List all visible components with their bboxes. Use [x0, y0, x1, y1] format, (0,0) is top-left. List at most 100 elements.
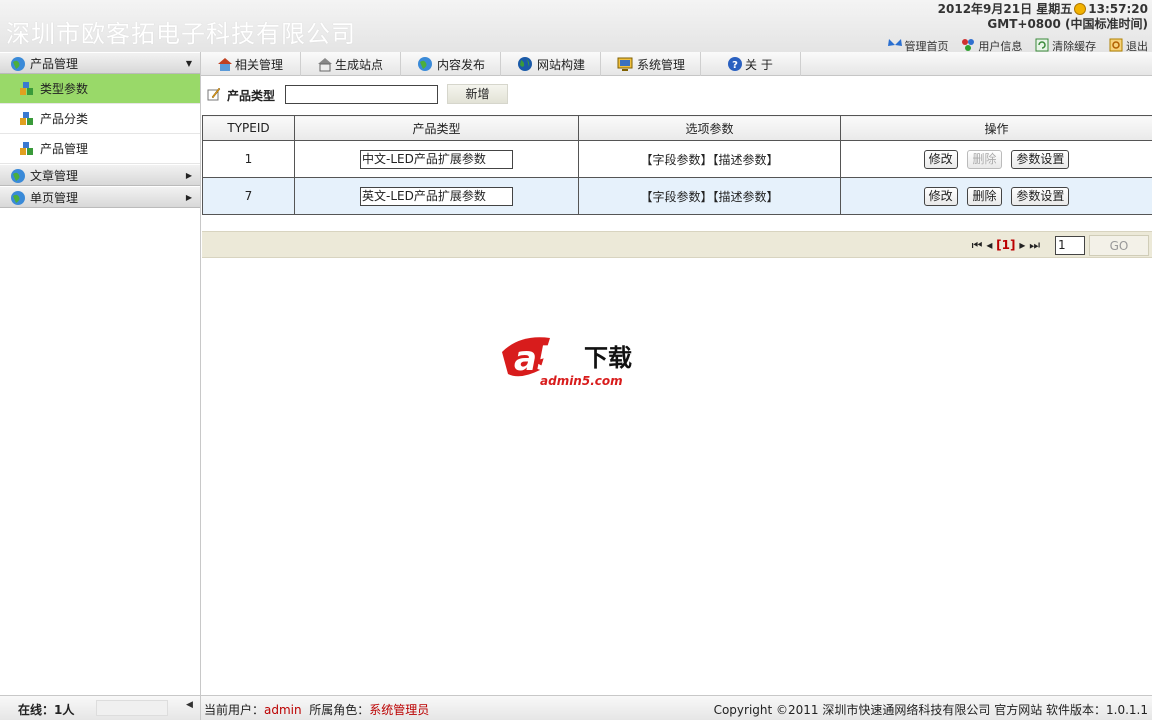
datetime: 2012年9月21日 星期五 13:57:20 GMT+0800 (中国标准时间)	[938, 2, 1148, 32]
go-button[interactable]: GO	[1089, 235, 1149, 256]
home-icon	[318, 58, 332, 72]
sidebar-item-label: 类型参数	[40, 82, 89, 96]
table-header-row: TYPEID 产品类型 选项参数 操作	[202, 115, 1152, 141]
param-settings-button[interactable]: 参数设置	[1011, 149, 1070, 169]
house-icon	[218, 58, 232, 71]
param-settings-button[interactable]: 参数设置	[1011, 186, 1070, 206]
logout-link[interactable]: 退出	[1108, 38, 1148, 52]
sidebar-group-product[interactable]: 产品管理 ▼	[0, 52, 200, 74]
user-info-link[interactable]: 用户信息	[960, 38, 1022, 52]
sidebar-group-label: 单页管理	[30, 191, 79, 205]
edit-button[interactable]: 修改	[923, 149, 958, 169]
current-page: [1]	[996, 238, 1016, 252]
add-button[interactable]: 新增	[447, 84, 508, 104]
chevron-right-icon: ▶	[185, 171, 192, 180]
sidebar-item-type-params[interactable]: 类型参数	[0, 74, 200, 104]
admin-home-link[interactable]: 管理首页	[887, 38, 949, 52]
sidebar-item-product-category[interactable]: 产品分类	[0, 104, 200, 134]
product-type-cell: 英文-LED产品扩展参数	[294, 177, 579, 215]
top-nav: 相关管理 生成站点 内容发布 网站构建 系统管理 ? 关 于	[201, 52, 1152, 76]
globe-icon	[418, 57, 432, 71]
blocks-icon	[20, 82, 33, 95]
online-panel: 在线：1人 ◀	[0, 696, 201, 720]
product-type-field[interactable]: 英文-LED产品扩展参数	[360, 186, 513, 206]
product-type-label: 产品类型	[227, 89, 276, 103]
delete-button[interactable]: 删除	[967, 149, 1002, 169]
logo-site: admin5.com	[540, 374, 623, 388]
logout-icon	[1109, 38, 1123, 52]
options-link[interactable]: 【字段参数】【描述参数】	[578, 140, 841, 178]
sidebar-group-label: 文章管理	[30, 169, 79, 183]
collapse-left-icon[interactable]: ◀	[186, 700, 193, 710]
sidebar-group-single-page[interactable]: 单页管理 ▶	[0, 186, 200, 208]
next-page-icon[interactable]: ▸	[1019, 238, 1025, 252]
copyright: Copyright ©2011 深圳市快速通网络科技有限公司 官方网站 软件版本…	[713, 703, 1148, 717]
sidebar-item-label: 产品管理	[40, 142, 89, 156]
chevron-right-icon: ▶	[185, 193, 192, 202]
footer: 在线：1人 ◀ 当前用户：admin 所属角色：系统管理员 Copyright …	[0, 695, 1152, 720]
globe-icon	[11, 57, 25, 71]
help-icon: ?	[728, 57, 742, 71]
date-text: 2012年9月21日 星期五	[937, 2, 1073, 16]
a5-logo: a5 下载 admin5.com	[502, 337, 632, 388]
logo-brand: a5	[514, 339, 561, 379]
typeid-cell: 1	[202, 140, 295, 178]
last-page-icon[interactable]: ⏭	[1029, 238, 1040, 252]
user-role: 系统管理员	[369, 703, 430, 717]
header: 深圳市欧客拓电子科技有限公司 2012年9月21日 星期五 13:57:20 GM…	[0, 0, 1152, 52]
delete-button[interactable]: 删除	[967, 186, 1002, 206]
tab-site-build[interactable]: 网站构建	[501, 52, 601, 76]
prev-page-icon[interactable]: ◂	[986, 238, 992, 252]
column-header-product-type: 产品类型	[294, 115, 579, 141]
current-user: admin	[264, 703, 302, 717]
status-box	[96, 700, 168, 716]
column-header-actions: 操作	[840, 115, 1152, 141]
tab-generate-site[interactable]: 生成站点	[301, 52, 401, 76]
svg-text:?: ?	[732, 60, 738, 71]
table-row: 1 中文-LED产品扩展参数 【字段参数】【描述参数】 修改 删除 参数设置	[202, 140, 1152, 178]
time-text: 13:57:20	[1088, 2, 1148, 16]
sidebar-item-product-management[interactable]: 产品管理	[0, 134, 200, 164]
quick-links: 管理首页 用户信息 清除缓存 退出	[879, 38, 1148, 52]
online-count: 在线：1人	[18, 703, 75, 717]
globe-icon	[11, 169, 25, 183]
clear-cache-link[interactable]: 清除缓存	[1034, 38, 1096, 52]
timezone-text: GMT+0800 (中国标准时间)	[987, 17, 1148, 31]
users-icon	[962, 39, 975, 51]
blocks-icon	[20, 142, 33, 155]
product-type-field[interactable]: 中文-LED产品扩展参数	[360, 149, 513, 169]
monitor-icon	[617, 57, 633, 71]
column-header-options: 选项参数	[578, 115, 841, 141]
pager: ⏮ ◂ [1] ▸ ⏭ 1 GO	[202, 231, 1152, 258]
sidebar-group-article[interactable]: 文章管理 ▶	[0, 164, 200, 186]
actions-cell: 修改 删除 参数设置	[840, 177, 1152, 215]
globe-icon	[11, 191, 25, 205]
butterfly-icon	[887, 39, 902, 46]
chevron-down-icon: ▼	[185, 59, 192, 68]
pencil-icon	[207, 87, 221, 101]
sidebar-group-label: 产品管理	[30, 57, 79, 71]
tab-related-management[interactable]: 相关管理	[201, 52, 301, 76]
tab-about[interactable]: ? 关 于	[701, 52, 801, 76]
type-table: TYPEID 产品类型 选项参数 操作 1 中文-LED产品扩展参数 【字段参数…	[202, 115, 1152, 215]
tab-content-publish[interactable]: 内容发布	[401, 52, 501, 76]
product-type-cell: 中文-LED产品扩展参数	[294, 140, 579, 178]
product-type-input[interactable]	[285, 85, 438, 104]
sidebar: 产品管理 ▼ 类型参数 产品分类 产品管理 文章管理 ▶ 单页管理 ▶	[0, 52, 201, 695]
edit-button[interactable]: 修改	[923, 186, 958, 206]
options-link[interactable]: 【字段参数】【描述参数】	[578, 177, 841, 215]
typeid-cell: 7	[202, 177, 295, 215]
earth-icon	[518, 57, 532, 71]
actions-cell: 修改 删除 参数设置	[840, 140, 1152, 178]
toolbar: 产品类型 新增	[201, 77, 1152, 111]
tab-system-management[interactable]: 系统管理	[601, 52, 701, 76]
blocks-icon	[20, 112, 33, 125]
sidebar-item-label: 产品分类	[40, 112, 89, 126]
first-page-icon[interactable]: ⏮	[972, 238, 983, 252]
column-header-typeid: TYPEID	[202, 115, 295, 141]
logo-slogan: 下载	[584, 344, 632, 372]
clock-icon	[1074, 3, 1087, 15]
pager-nav: ⏮ ◂ [1] ▸ ⏭	[972, 238, 1040, 253]
page-number-input[interactable]: 1	[1055, 236, 1085, 255]
refresh-icon	[1035, 38, 1049, 52]
